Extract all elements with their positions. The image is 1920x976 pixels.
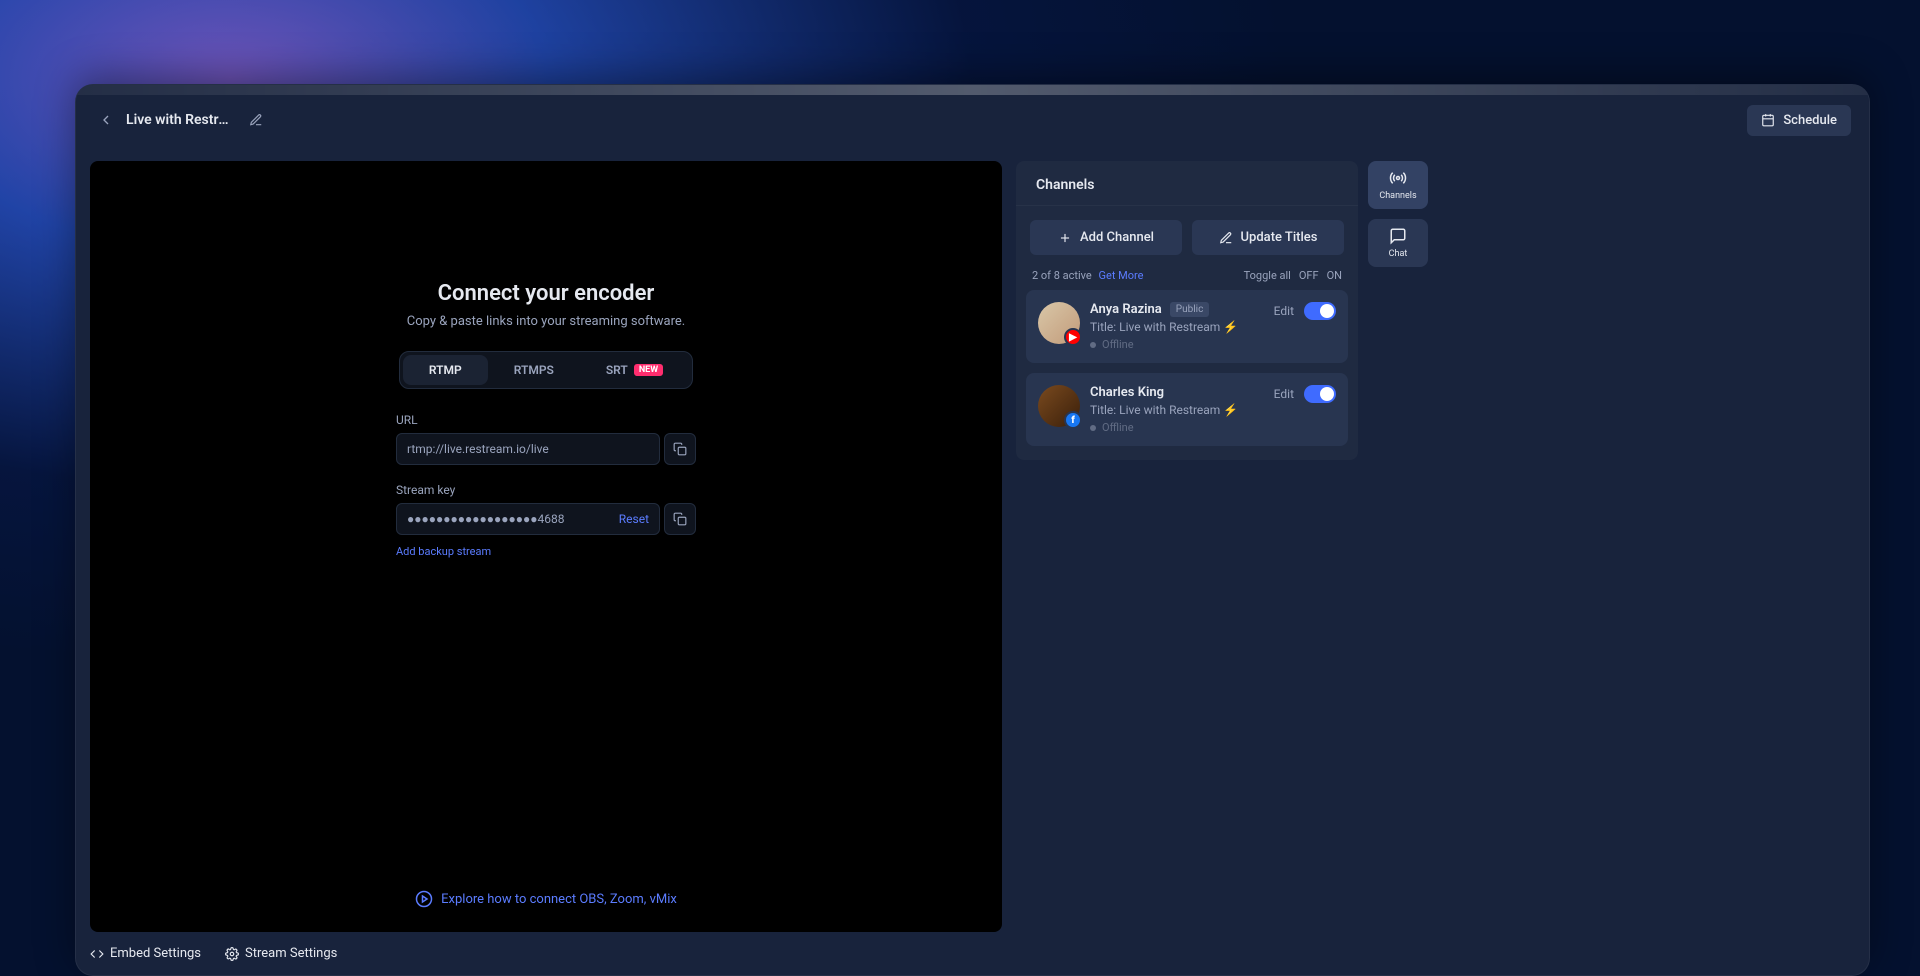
- toggle-all-label: Toggle all: [1244, 269, 1291, 282]
- channel-status: Offline: [1090, 338, 1264, 351]
- avatar: f: [1038, 385, 1080, 427]
- active-count: 2 of 8 active: [1032, 269, 1092, 282]
- copy-url-button[interactable]: [664, 433, 696, 465]
- channel-list: ▶ Anya Razina Public Title: Live with Restr…: [1016, 290, 1358, 460]
- broadcast-icon: [1389, 169, 1407, 187]
- rail-channels-label: Channels: [1379, 191, 1416, 201]
- channel-card: ▶ Anya Razina Public Title: Live with Restr…: [1026, 290, 1348, 363]
- edit-channel-link[interactable]: Edit: [1274, 304, 1294, 318]
- plus-icon: [1058, 231, 1072, 245]
- channel-controls: Edit: [1274, 385, 1336, 403]
- status-text: Offline: [1102, 421, 1134, 434]
- status-dot-icon: [1090, 425, 1096, 431]
- youtube-icon: ▶: [1064, 328, 1082, 346]
- tab-srt-label: SRT: [606, 363, 628, 377]
- tab-rtmps[interactable]: RTMPS: [488, 355, 580, 385]
- protocol-tabs: RTMP RTMPS SRT NEW: [399, 351, 693, 389]
- channels-panel: Channels Add Channel Update Titles 2 of …: [1016, 161, 1358, 460]
- url-value: rtmp://live.restream.io/live: [407, 442, 549, 456]
- rail-channels-button[interactable]: Channels: [1368, 161, 1428, 209]
- toggle-all-off[interactable]: OFF: [1299, 269, 1319, 282]
- rail-chat-label: Chat: [1389, 249, 1408, 259]
- code-icon: [90, 947, 104, 961]
- new-badge: NEW: [634, 364, 663, 376]
- update-titles-button[interactable]: Update Titles: [1192, 220, 1344, 255]
- url-field[interactable]: rtmp://live.restream.io/live: [396, 433, 660, 465]
- embed-label: Embed Settings: [110, 946, 201, 961]
- channel-name: Charles King: [1090, 385, 1164, 400]
- schedule-button[interactable]: Schedule: [1747, 105, 1851, 136]
- channels-meta-row: 2 of 8 active Get More Toggle all OFF ON: [1016, 255, 1358, 290]
- reset-key-link[interactable]: Reset: [619, 512, 649, 526]
- channel-title-line: Title: Live with Restream ⚡: [1090, 320, 1264, 334]
- avatar: ▶: [1038, 302, 1080, 344]
- add-channel-button[interactable]: Add Channel: [1030, 220, 1182, 255]
- right-rail: Channels Chat: [1368, 161, 1428, 961]
- tab-rtmp[interactable]: RTMP: [403, 355, 488, 385]
- channel-controls: Edit: [1274, 302, 1336, 320]
- toggle-all-on[interactable]: ON: [1327, 269, 1342, 282]
- pencil-icon: [1219, 231, 1233, 245]
- facebook-icon: f: [1064, 411, 1082, 429]
- channel-info: Anya Razina Public Title: Live with Restre…: [1090, 302, 1264, 351]
- channel-title-line: Title: Live with Restream ⚡: [1090, 403, 1264, 417]
- get-more-link[interactable]: Get More: [1099, 269, 1144, 282]
- explore-help-link[interactable]: Explore how to connect OBS, Zoom, vMix: [415, 890, 677, 908]
- url-label: URL: [396, 413, 696, 427]
- calendar-icon: [1761, 113, 1775, 127]
- channel-info: Charles King Title: Live with Restream ⚡ O…: [1090, 385, 1264, 434]
- channel-toggle[interactable]: [1304, 302, 1336, 320]
- channel-toggle[interactable]: [1304, 385, 1336, 403]
- play-circle-icon: [415, 890, 433, 908]
- chat-icon: [1389, 227, 1407, 245]
- preview-column: Connect your encoder Copy & paste links …: [76, 147, 1016, 975]
- encoder-heading: Connect your encoder: [438, 281, 655, 306]
- stream-key-value: ●●●●●●●●●●●●●●●●●●4688: [407, 512, 564, 526]
- back-button[interactable]: [94, 108, 118, 132]
- visibility-badge: Public: [1170, 302, 1210, 317]
- stream-key-field[interactable]: ●●●●●●●●●●●●●●●●●●4688 Reset: [396, 503, 660, 535]
- encoder-subheading: Copy & paste links into your streaming s…: [407, 314, 685, 329]
- header-bar: Live with Restre… Schedule: [76, 95, 1869, 145]
- stream-settings-label: Stream Settings: [245, 946, 337, 961]
- channel-name: Anya Razina: [1090, 302, 1162, 317]
- channel-status: Offline: [1090, 421, 1264, 434]
- main-area: Connect your encoder Copy & paste links …: [76, 147, 1869, 975]
- schedule-label: Schedule: [1783, 113, 1837, 128]
- encoder-panel: Connect your encoder Copy & paste links …: [90, 161, 1002, 932]
- embed-settings-link[interactable]: Embed Settings: [90, 946, 201, 961]
- copy-icon: [673, 442, 687, 456]
- bottom-links: Embed Settings Stream Settings: [90, 946, 1002, 961]
- update-titles-label: Update Titles: [1241, 230, 1318, 245]
- stream-settings-link[interactable]: Stream Settings: [225, 946, 337, 961]
- tab-srt[interactable]: SRT NEW: [580, 355, 689, 385]
- edit-title-button[interactable]: [246, 110, 266, 130]
- copy-key-button[interactable]: [664, 503, 696, 535]
- add-channel-label: Add Channel: [1080, 230, 1154, 245]
- stream-title-header: Live with Restre…: [126, 112, 236, 128]
- gear-icon: [225, 947, 239, 961]
- edit-channel-link[interactable]: Edit: [1274, 387, 1294, 401]
- copy-icon: [673, 512, 687, 526]
- status-dot-icon: [1090, 342, 1096, 348]
- add-backup-stream-link[interactable]: Add backup stream: [396, 545, 696, 558]
- key-label: Stream key: [396, 483, 696, 497]
- app-window: Live with Restre… Schedule Connect your …: [75, 84, 1870, 976]
- channels-heading: Channels: [1016, 161, 1358, 206]
- rail-chat-button[interactable]: Chat: [1368, 219, 1428, 267]
- status-text: Offline: [1102, 338, 1134, 351]
- explore-label: Explore how to connect OBS, Zoom, vMix: [441, 892, 677, 907]
- channel-card: f Charles King Title: Live with Restream ⚡…: [1026, 373, 1348, 446]
